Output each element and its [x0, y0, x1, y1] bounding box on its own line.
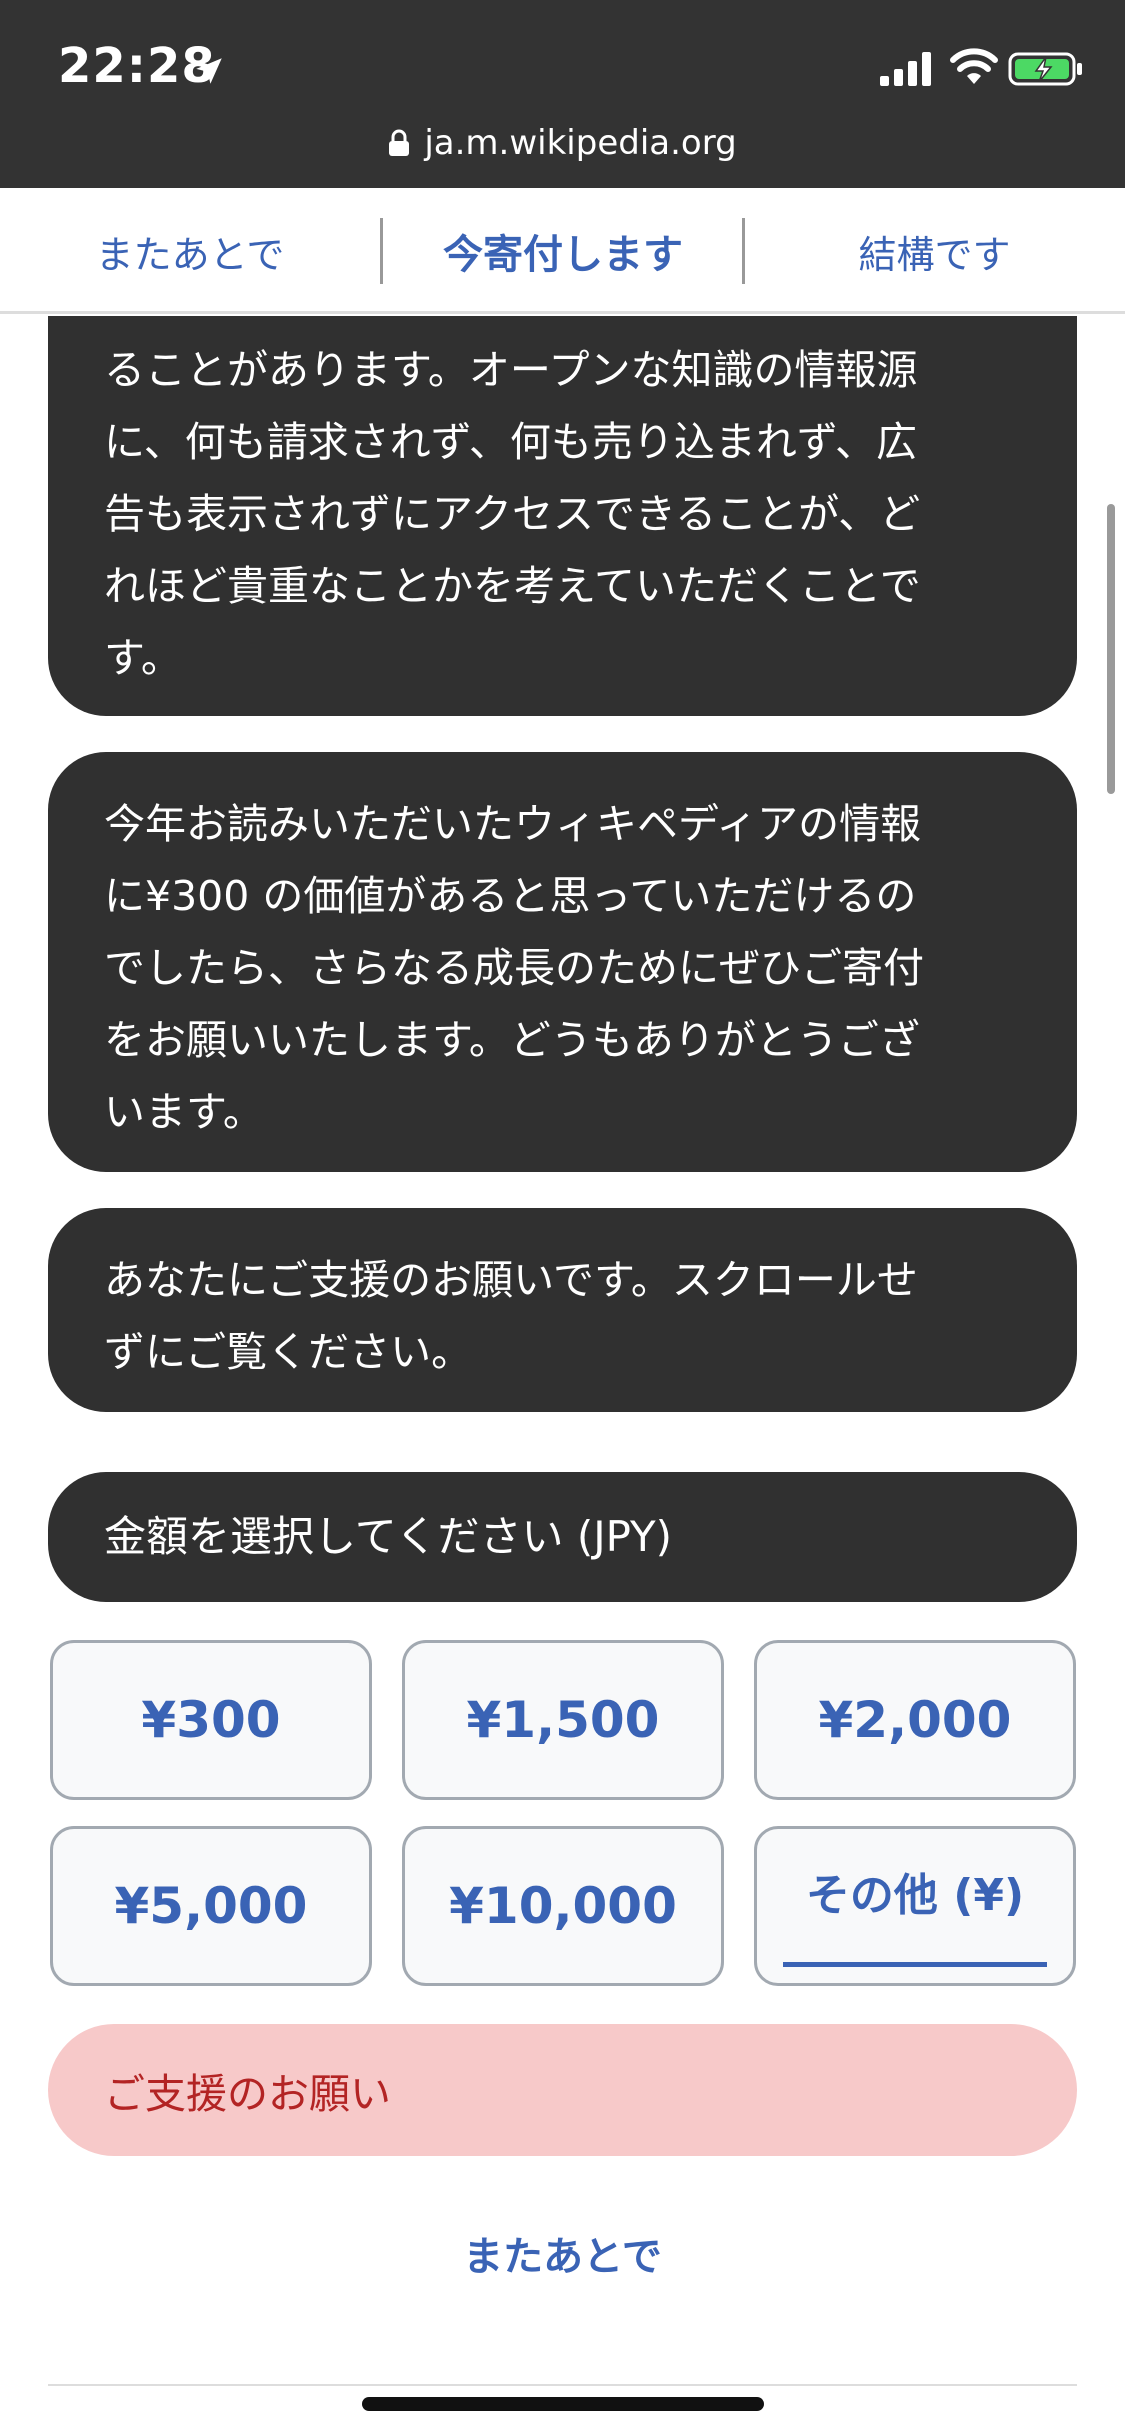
maybe-later-button[interactable]: またあとで	[0, 188, 380, 314]
amount-button[interactable]: ¥5,000	[50, 1826, 372, 1986]
donate-now-button[interactable]: 今寄付します	[382, 188, 744, 314]
error-text: ご支援のお願い	[104, 2070, 391, 2118]
message-line: れほど貴重なことかを考えていただくことで	[104, 562, 921, 610]
input-underline	[783, 1962, 1047, 1967]
message-line: でしたら、さらなる成長のためにぜひご寄付	[104, 944, 924, 992]
message-line: 今年お読みいただいたウィキペディアの情報	[104, 800, 922, 848]
message-line: ることがあります。オープンな知識の情報源	[104, 346, 918, 394]
wifi-icon	[950, 48, 998, 84]
message-bubble: ることがあります。オープンな知識の情報源 に、何も請求されず、何も売り込まれず、…	[48, 316, 1077, 716]
amount-prompt: 金額を選択してください (JPY)	[48, 1472, 1077, 1602]
message-line: に¥300 の価値があると思っていただけるの	[104, 872, 917, 920]
message-line: あなたにご支援のお願いです。スクロールせ	[104, 1256, 918, 1304]
message-line: に、何も請求されず、何も売り込まれず、広	[104, 418, 918, 466]
error-message: ご支援のお願い	[48, 2024, 1077, 2156]
url-text: ja.m.wikipedia.org	[424, 123, 737, 163]
message-line: ずにご覧ください。	[104, 1328, 473, 1376]
amount-button[interactable]: ¥1,500	[402, 1640, 724, 1800]
amount-button[interactable]: ¥300	[50, 1640, 372, 1800]
message-line: います。	[104, 1088, 264, 1136]
status-and-url-bar: 22:28 ja.m.wikipedia.org	[0, 0, 1125, 188]
scrollbar[interactable]	[1107, 504, 1115, 794]
amount-button[interactable]: ¥2,000	[754, 1640, 1076, 1800]
home-indicator[interactable]	[362, 2397, 764, 2411]
other-amount-input[interactable]: その他 (¥)	[754, 1826, 1076, 1986]
cellular-signal-icon	[880, 52, 931, 86]
message-bubble: あなたにご支援のお願いです。スクロールせ ずにご覧ください。	[48, 1208, 1077, 1412]
lock-icon	[389, 129, 410, 156]
battery-charging-icon	[1008, 52, 1082, 86]
location-arrow-icon	[196, 58, 222, 84]
banner-action-bar: またあとで 今寄付します 結構です	[0, 188, 1125, 314]
screen: 22:28 ja.m.wikipedia.org またあとで 今寄付します 結構…	[0, 0, 1125, 2436]
divider	[48, 2384, 1077, 2386]
amount-options: ¥300 ¥1,500 ¥2,000 ¥5,000 ¥10,000 その他 (¥…	[50, 1640, 1077, 1990]
no-thanks-button[interactable]: 結構です	[744, 188, 1125, 314]
message-line: をお願いいたします。どうもありがとうござ	[104, 1016, 920, 1064]
message-line: す。	[104, 634, 182, 682]
amount-button[interactable]: ¥10,000	[402, 1826, 724, 1986]
other-amount-label: その他 (¥)	[805, 1870, 1025, 1921]
maybe-later-link[interactable]: またあとで	[0, 2224, 1125, 2282]
address-bar[interactable]: ja.m.wikipedia.org	[0, 118, 1125, 168]
message-line: 告も表示されずにアクセスできることが、ど	[104, 490, 921, 538]
message-bubble: 今年お読みいただいたウィキペディアの情報 に¥300 の価値があると思っていただ…	[48, 752, 1077, 1172]
